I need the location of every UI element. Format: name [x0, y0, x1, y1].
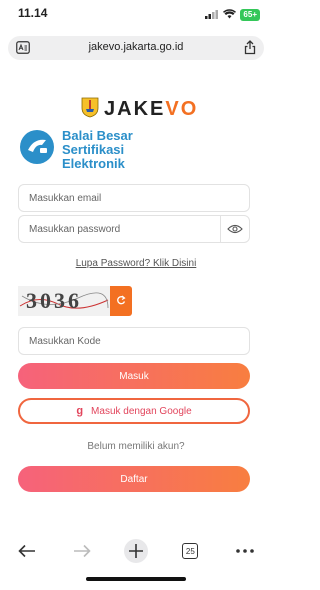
jakevo-logo: JAKEVO — [80, 96, 198, 123]
captcha-image: 3036 — [18, 286, 110, 316]
login-button[interactable]: Masuk — [18, 363, 250, 389]
email-placeholder: Masukkan email — [29, 193, 102, 204]
jakarta-emblem-icon — [80, 96, 100, 123]
battery-indicator: 65+ — [240, 9, 260, 21]
status-icons: 65+ — [205, 6, 260, 24]
bbse-emblem-icon — [18, 128, 56, 171]
google-icon: g — [76, 405, 84, 417]
logo-text: JAKEVO — [104, 98, 198, 121]
email-field[interactable]: Masukkan email — [18, 184, 250, 212]
share-icon[interactable] — [244, 40, 256, 60]
show-password-icon[interactable] — [220, 216, 249, 242]
status-bar: 11.14 65+ — [0, 0, 272, 26]
password-placeholder: Masukkan password — [29, 224, 121, 235]
captcha-text: 3036 — [26, 288, 82, 313]
bbse-name: Balai Besar Sertifikasi Elektronik — [62, 127, 133, 171]
logo-text-prefix: JAKE — [104, 98, 166, 120]
tabs-button[interactable]: 25 — [175, 538, 205, 564]
google-button-label: Masuk dengan Google — [91, 405, 192, 417]
bbse-name-line2: Sertifikasi — [62, 141, 125, 157]
no-account-text: Belum memiliki akun? — [87, 441, 185, 452]
home-indicator[interactable] — [86, 577, 186, 581]
wifi-icon — [223, 6, 237, 24]
bbse-logo: Balai Besar Sertifikasi Elektronik — [18, 128, 133, 171]
more-icon[interactable] — [230, 538, 260, 564]
address-bar[interactable]: jakevo.jakarta.go.id — [8, 36, 264, 60]
refresh-icon — [116, 292, 126, 310]
forward-icon[interactable] — [67, 538, 97, 564]
code-placeholder: Masukkan Kode — [29, 336, 101, 347]
login-button-label: Masuk — [119, 370, 149, 382]
forgot-password-link[interactable]: Lupa Password? Klik Disini — [0, 258, 272, 269]
login-page: JAKEVO Balai Besar Sertifikasi Elektroni… — [0, 68, 272, 530]
password-field[interactable]: Masukkan password — [18, 215, 250, 243]
status-time: 11.14 — [18, 6, 48, 20]
new-tab-icon[interactable] — [121, 538, 151, 564]
browser-toolbar: 25 — [0, 536, 272, 566]
logo-text-suffix: VO — [165, 98, 199, 120]
google-login-button[interactable]: g Masuk dengan Google — [18, 398, 250, 424]
tab-count: 25 — [182, 543, 199, 559]
url-text[interactable]: jakevo.jakarta.go.id — [8, 41, 264, 53]
register-button-label: Daftar — [120, 473, 148, 485]
signal-icon — [205, 6, 219, 24]
refresh-captcha-button[interactable] — [110, 286, 132, 316]
bbse-name-line1: Balai Besar — [62, 127, 133, 143]
bbse-name-line3: Elektronik — [62, 155, 125, 171]
register-button[interactable]: Daftar — [18, 466, 250, 492]
back-icon[interactable] — [12, 538, 42, 564]
captcha-code-field[interactable]: Masukkan Kode — [18, 327, 250, 355]
